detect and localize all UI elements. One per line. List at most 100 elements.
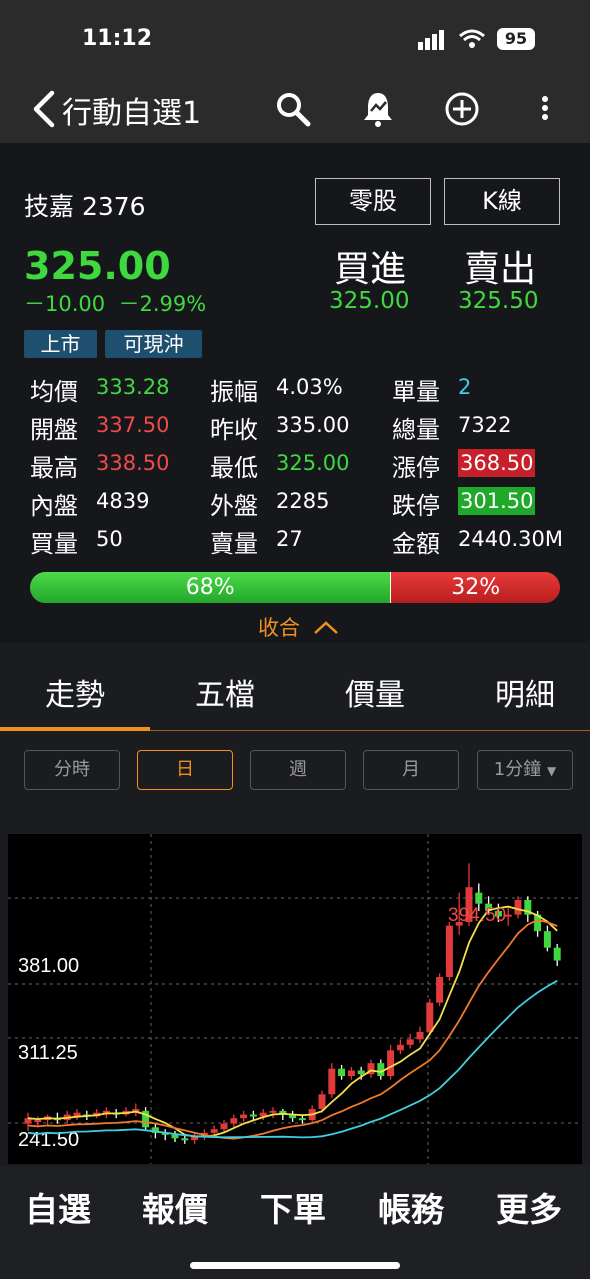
stock-code: 2376 (81, 192, 146, 221)
nav-watchlist[interactable]: 自選 (25, 1183, 91, 1231)
avg-label: 均價 (30, 378, 78, 406)
unit-vol-label: 單量 (392, 378, 440, 406)
day-trade-tag: 可現沖 (105, 330, 202, 358)
candle-body (387, 1050, 395, 1076)
collapse-button[interactable]: 收合 (258, 612, 339, 642)
candle-body (416, 1032, 424, 1040)
kline-button[interactable]: K線 (444, 178, 560, 225)
candlestick-chart[interactable]: 381.00311.25241.50 394.50 (8, 834, 582, 1164)
alert-bell-icon[interactable] (360, 89, 396, 129)
candle-body (347, 1070, 355, 1076)
nav-order[interactable]: 下單 (260, 1183, 326, 1231)
limit-down-value: 301.50 (458, 487, 536, 515)
y-tick-label: 311.25 (18, 1042, 78, 1064)
high-price-label: 394.50 (448, 905, 506, 926)
buy-label[interactable]: 買進 (334, 240, 406, 292)
tab-five-levels[interactable]: 五檔 (195, 670, 255, 714)
ask-vol-value: 27 (276, 527, 303, 551)
y-tick-label: 381.00 (18, 955, 79, 977)
odd-lot-button[interactable]: 零股 (315, 178, 431, 225)
period-month[interactable]: 月 (363, 750, 459, 790)
period-week[interactable]: 週 (250, 750, 346, 790)
candle-body (298, 1118, 306, 1121)
price-change: －10.00 －2.99% (24, 292, 207, 316)
tab-price-volume[interactable]: 價量 (345, 670, 405, 714)
low-label: 最低 (210, 454, 258, 482)
prev-close-label: 昨收 (210, 416, 258, 444)
limit-up-value: 368.50 (458, 449, 536, 477)
total-vol-label: 總量 (392, 416, 440, 444)
outer-label: 外盤 (210, 492, 258, 520)
home-indicator (190, 1262, 400, 1269)
limit-down-label: 跌停 (392, 492, 440, 520)
candle-body (338, 1068, 346, 1076)
moving-average-line (27, 905, 558, 1138)
battery-indicator: 95 (497, 28, 535, 50)
bid-vol-label: 買量 (30, 530, 78, 558)
high-value: 338.50 (96, 451, 170, 475)
candle-body (475, 892, 483, 904)
add-icon[interactable] (444, 91, 480, 127)
sell-price[interactable]: 325.50 (458, 288, 538, 314)
moving-average-line (27, 919, 558, 1140)
candle-body (396, 1044, 404, 1051)
nav-account[interactable]: 帳務 (378, 1183, 444, 1231)
tab-details[interactable]: 明細 (495, 670, 555, 714)
candle-body (318, 1094, 326, 1109)
avg-value: 333.28 (96, 375, 170, 399)
candle-body (240, 1114, 248, 1119)
nav-quotes[interactable]: 報價 (142, 1183, 208, 1231)
buy-price[interactable]: 325.00 (329, 288, 409, 314)
bid-vol-value: 50 (96, 527, 123, 551)
candle-body (171, 1134, 179, 1139)
candle-body (426, 1002, 434, 1032)
ratio-green-segment: 68% (30, 572, 392, 603)
more-menu-icon[interactable] (540, 95, 550, 123)
tab-trend[interactable]: 走勢 (45, 670, 105, 714)
candle-body (445, 925, 453, 977)
amount-label: 金額 (392, 530, 440, 558)
chevron-up-icon (313, 621, 338, 634)
candle-body (377, 1063, 385, 1076)
candle-body (249, 1114, 257, 1117)
dropdown-caret-icon: ▼ (546, 764, 557, 778)
back-icon[interactable] (30, 90, 58, 128)
candle-body (210, 1129, 218, 1133)
open-value: 337.50 (96, 413, 170, 437)
sell-label[interactable]: 賣出 (464, 240, 536, 292)
inner-label: 內盤 (30, 492, 78, 520)
amp-label: 振幅 (210, 378, 258, 406)
amount-value: 2440.30M (458, 527, 563, 551)
ratio-red-segment: 32% (391, 572, 560, 603)
nav-more[interactable]: 更多 (496, 1183, 562, 1231)
current-price: 325.00 (24, 244, 171, 288)
search-icon[interactable] (275, 91, 313, 129)
prev-close-value: 335.00 (276, 413, 350, 437)
wifi-icon (459, 29, 485, 48)
moving-averages (27, 905, 558, 1140)
ask-vol-label: 賣量 (210, 530, 258, 558)
candle-body (406, 1039, 414, 1045)
candle-body (328, 1068, 336, 1095)
candle-body (514, 900, 522, 915)
signal-icon (418, 30, 444, 50)
total-vol-value: 7322 (458, 413, 512, 437)
tab-divider (0, 730, 590, 731)
limit-up-label: 漲停 (392, 454, 440, 482)
candle-body (357, 1070, 365, 1075)
candle-body (269, 1110, 277, 1113)
period-intraday[interactable]: 分時 (24, 750, 120, 790)
stock-name: 技嘉 2376 (24, 192, 146, 221)
candle-body (436, 977, 444, 1003)
inner-value: 4839 (96, 489, 150, 513)
period-minute-dropdown[interactable]: 1分鐘 ▼ (477, 750, 573, 790)
amp-value: 4.03% (276, 375, 343, 399)
page-title[interactable]: 行動自選1 (62, 88, 201, 132)
listed-tag: 上市 (24, 330, 97, 358)
unit-vol-value: 2 (458, 375, 472, 399)
high-label: 最高 (30, 454, 78, 482)
period-day[interactable]: 日 (137, 750, 233, 790)
candle-body (230, 1118, 238, 1124)
candle-body (220, 1123, 228, 1130)
candle-body (553, 947, 561, 961)
